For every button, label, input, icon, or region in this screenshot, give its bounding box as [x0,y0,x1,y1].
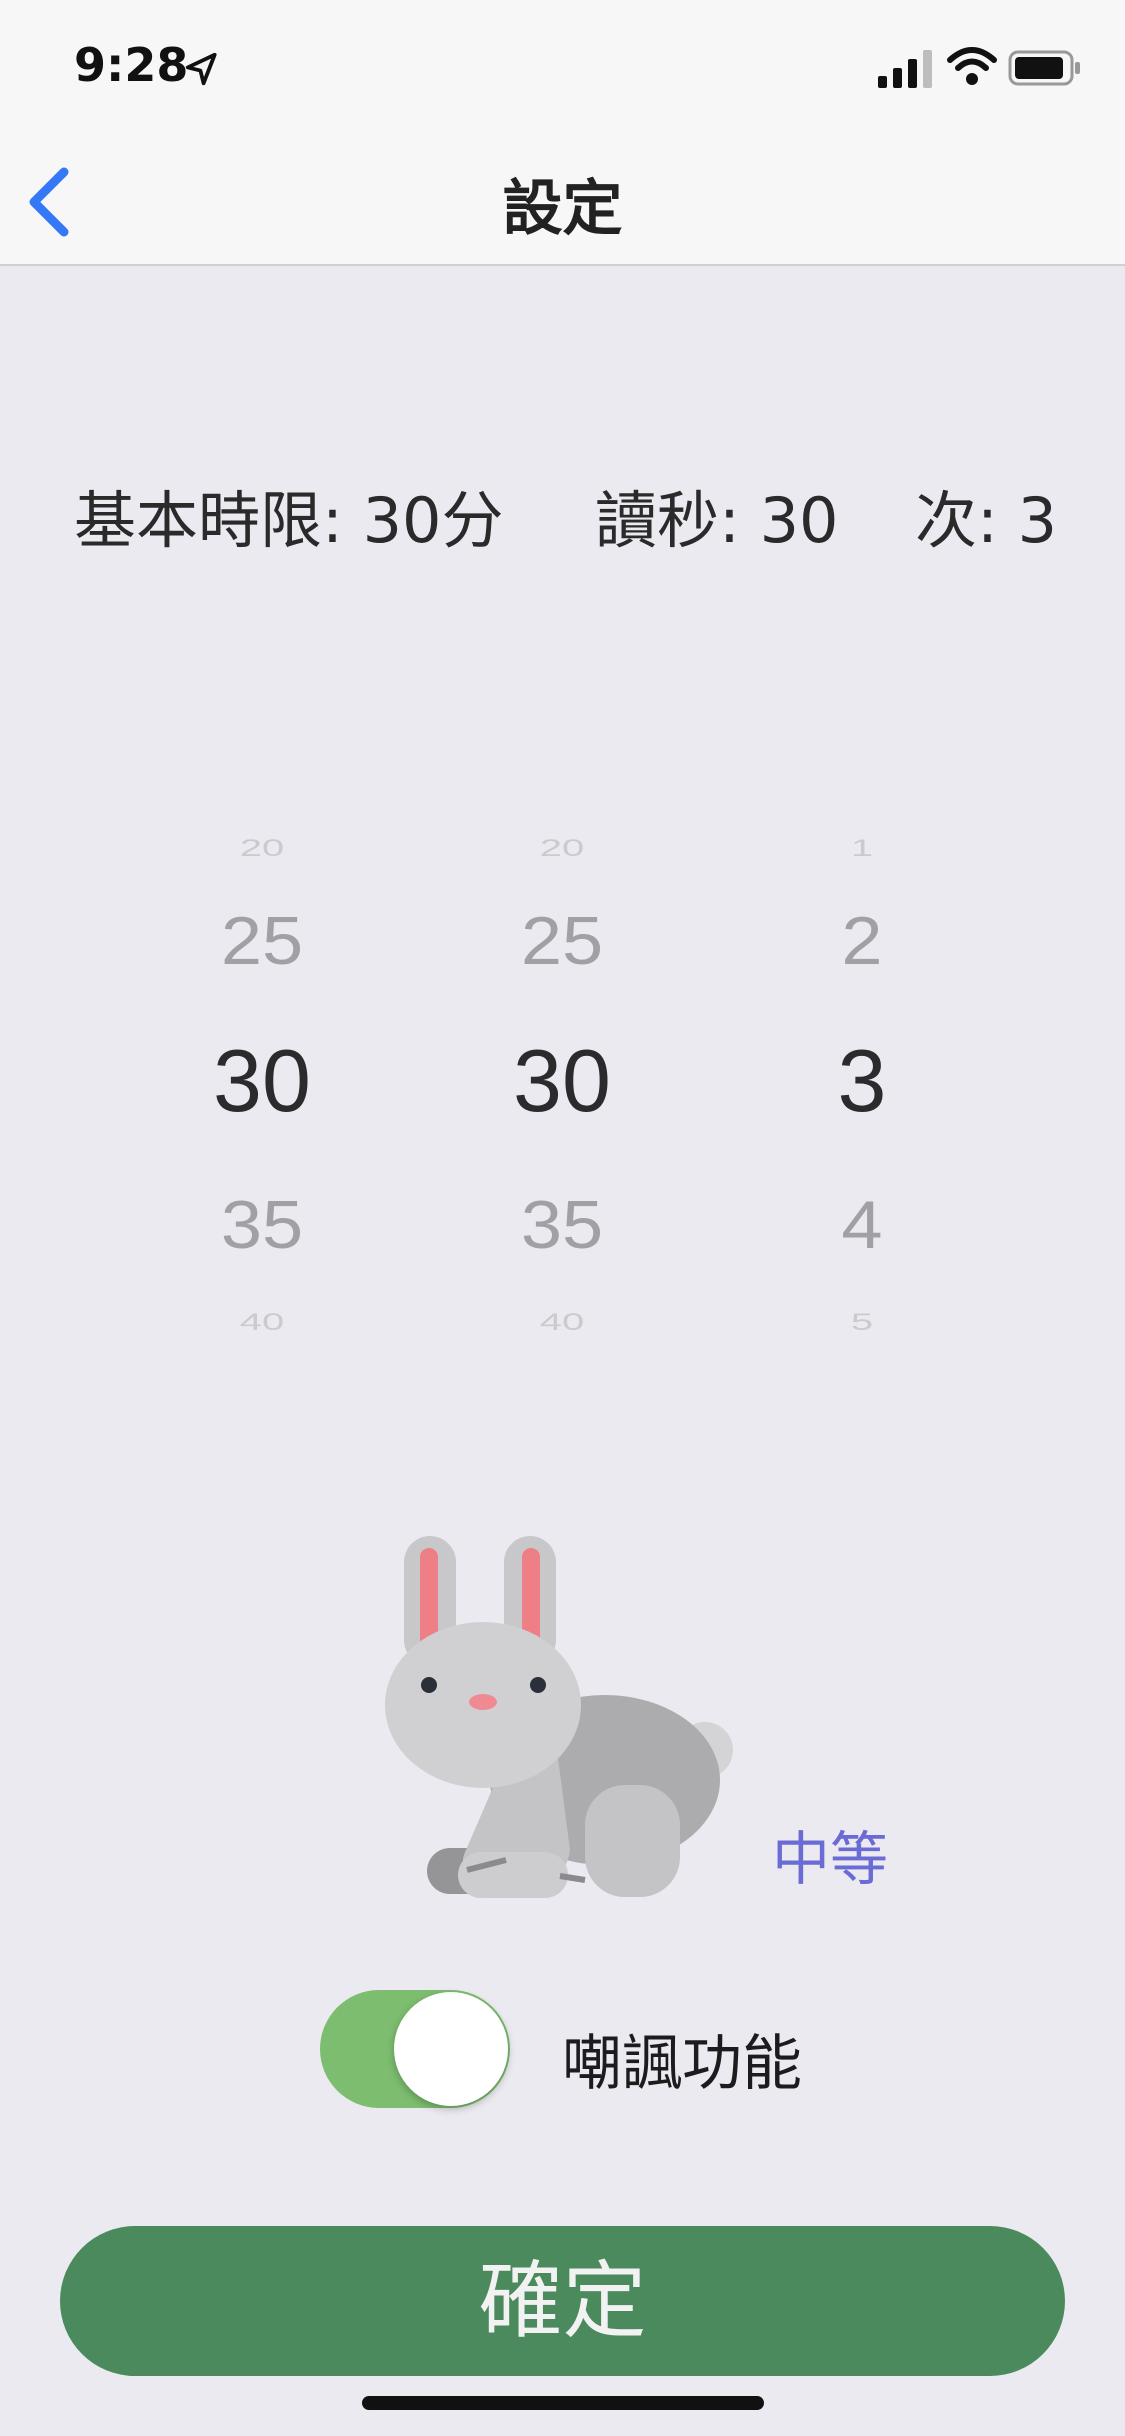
status-time: 9:28 [74,38,189,92]
sarcasm-toggle[interactable] [320,1990,510,2108]
location-arrow-icon [185,52,217,86]
byoyomi-summary: 讀秒: 30 [595,484,839,557]
navigation-bar: 設定 [0,132,1125,266]
toggle-knob [394,1992,508,2106]
page-title: 設定 [502,174,623,244]
rabbit-icon [385,1536,733,1898]
picker-option[interactable]: 25 [452,901,672,979]
base-time-summary: 基本時限: 30分 [74,484,504,557]
difficulty-level-label: 中等 [772,1825,889,1893]
picker-option[interactable]: 5 [752,1309,972,1336]
picker-option[interactable]: 25 [152,901,372,979]
status-bar: 9:28 [0,0,1125,132]
picker-option[interactable]: 4 [752,1185,972,1263]
confirm-button[interactable]: 確定 [60,2226,1065,2376]
times-picker[interactable]: 1 2 3 4 5 [752,810,972,1350]
picker-option[interactable]: 35 [452,1185,672,1263]
byoyomi-picker[interactable]: 20 25 30 35 40 [452,810,672,1350]
picker-option[interactable]: 35 [152,1185,372,1263]
picker-option[interactable]: 40 [152,1309,372,1336]
times-summary: 次: 3 [915,484,1058,557]
sarcasm-toggle-label: 嘲諷功能 [562,2029,802,2099]
picker-option[interactable]: 40 [452,1309,672,1336]
picker-option[interactable]: 1 [752,835,972,862]
picker-option-selected[interactable]: 3 [752,1030,972,1132]
home-indicator [362,2396,764,2410]
picker-option[interactable]: 20 [452,835,672,862]
settings-summary: 基本時限: 30分 讀秒: 30 次: 3 [0,470,1125,560]
picker-option-selected[interactable]: 30 [452,1030,672,1132]
battery-icon [1008,50,1080,86]
cellular-signal-icon [878,50,932,88]
base-time-picker[interactable]: 20 25 30 35 40 [152,810,372,1350]
picker-option[interactable]: 20 [152,835,372,862]
wifi-icon [947,47,997,85]
picker-option-selected[interactable]: 30 [152,1030,372,1132]
picker-option[interactable]: 2 [752,901,972,979]
